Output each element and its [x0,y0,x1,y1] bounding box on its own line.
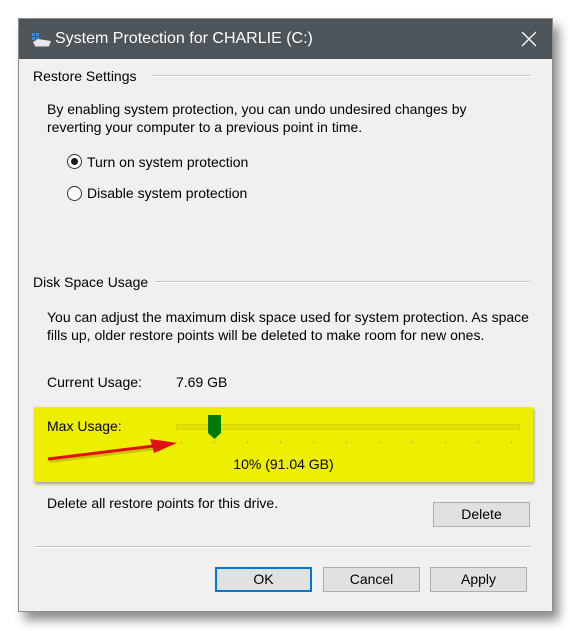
radio-label[interactable]: Disable system protection [87,185,247,201]
cancel-button[interactable]: Cancel [323,567,420,592]
slider-tick [247,441,248,444]
drive-protection-icon [32,33,51,47]
restore-settings-description: By enabling system protection, you can u… [47,100,467,136]
max-usage-readout: 10% (91.04 GB) [233,456,334,472]
delete-description: Delete all restore points for this drive… [47,495,279,511]
close-icon [521,31,537,47]
delete-button[interactable]: Delete [433,502,530,527]
radio-button-unchecked[interactable] [67,186,82,201]
current-usage-value: 7.69 GB [176,374,228,390]
restore-settings-label: Restore Settings [33,68,137,84]
slider-tick [412,441,413,444]
close-button[interactable] [506,19,552,59]
footer-separator [34,546,531,548]
description-line: reverting your computer to a previous po… [47,119,363,135]
slider-tick [280,441,281,444]
system-protection-dialog: System Protection for CHARLIE (C:) Resto… [18,18,553,612]
disk-space-usage-label: Disk Space Usage [33,274,149,290]
disk-space-description: You can adjust the maximum disk space us… [47,308,529,344]
slider-tick [478,441,479,444]
max-usage-slider-track[interactable] [176,424,520,430]
ok-button[interactable]: OK [215,567,312,592]
slider-tick [181,441,182,444]
max-usage-highlight: Max Usage: 10% (91.04 GB) [34,407,533,482]
slider-tick [313,441,314,444]
apply-button[interactable]: Apply [430,567,527,592]
max-usage-slider-thumb[interactable] [207,415,221,439]
slider-tick [346,441,347,444]
radio-button-checked[interactable] [67,154,82,169]
current-usage-label: Current Usage: [47,374,142,390]
description-line: fills up, older restore points will be d… [47,327,485,343]
slider-tick [445,441,446,444]
max-usage-label: Max Usage: [47,418,122,434]
slider-tick [511,441,512,444]
restore-settings-divider [151,75,530,77]
radio-label[interactable]: Turn on system protection [87,154,248,170]
window-title: System Protection for CHARLIE (C:) [55,30,313,47]
disk-space-usage-divider [155,281,530,283]
description-line: By enabling system protection, you can u… [47,101,467,117]
title-bar: System Protection for CHARLIE (C:) [19,19,552,59]
slider-tick [379,441,380,444]
description-line: You can adjust the maximum disk space us… [47,309,529,325]
slider-tick [214,441,215,444]
